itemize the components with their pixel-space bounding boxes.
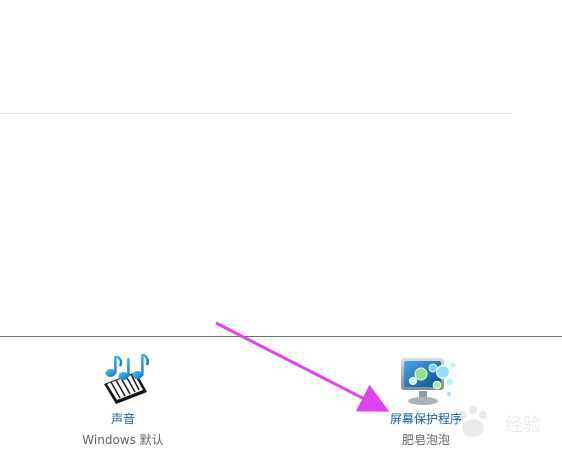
screen-saver-value: 肥皂泡泡 — [401, 433, 450, 447]
lower-divider — [0, 336, 562, 337]
upper-divider — [0, 113, 512, 114]
watermark-text: 经验 — [505, 415, 541, 436]
sound-label[interactable]: 声音 — [58, 412, 188, 426]
screen-saver-label[interactable]: 屏幕保护程序 — [361, 412, 491, 426]
screen-saver-setting[interactable]: 屏幕保护程序 肥皂泡泡 — [361, 352, 491, 452]
monitor-bubbles-icon — [393, 354, 461, 410]
sound-value: Windows 默认 — [82, 433, 164, 447]
piano-music-notes-icon — [96, 353, 152, 406]
sound-setting[interactable]: 声音 Windows 默认 — [58, 352, 188, 452]
